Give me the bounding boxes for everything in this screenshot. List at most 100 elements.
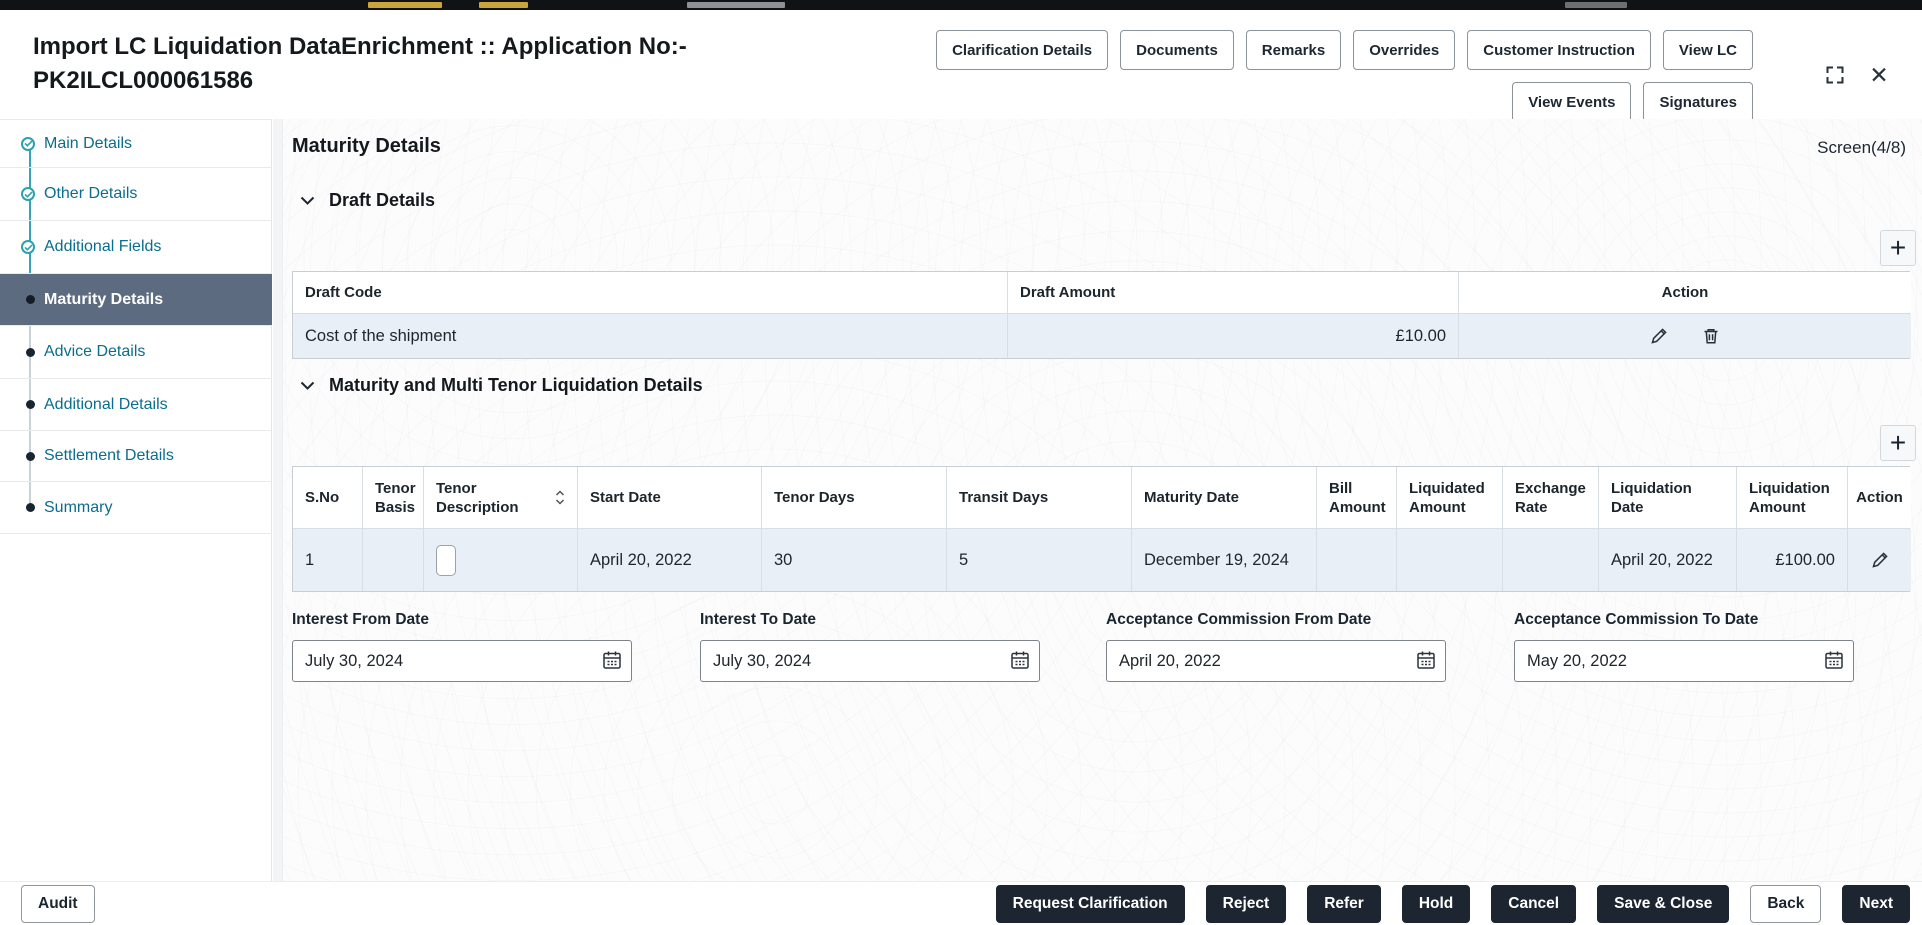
calendar-icon[interactable] — [1415, 649, 1437, 674]
view-events-button[interactable]: View Events — [1512, 82, 1632, 122]
draft-action-cell — [1459, 314, 1911, 358]
tenor-description-cell — [424, 529, 578, 591]
tenor-table-row: 1 April 20, 2022 30 5 December 19, 2024 … — [293, 529, 1911, 591]
column-header-bill-amount: Bill Amount — [1317, 467, 1397, 528]
draft-code-cell: Cost of the shipment — [293, 314, 1008, 358]
sidebar-item-settlement-details[interactable]: Settlement Details — [0, 431, 272, 482]
acceptance-commission-from-date-input[interactable] — [1106, 640, 1446, 682]
footer-actions: Request Clarification Reject Refer Hold … — [995, 884, 1910, 923]
calendar-icon[interactable] — [1823, 649, 1845, 674]
column-header-tenor-basis: Tenor Basis — [363, 467, 424, 528]
interest-from-date-group: Interest From Date — [292, 611, 632, 682]
reject-button[interactable]: Reject — [1205, 884, 1287, 923]
step-check-icon — [21, 136, 44, 151]
add-draft-button[interactable]: + — [1880, 230, 1916, 266]
delete-draft-button[interactable] — [1701, 326, 1721, 346]
stepper-sidebar: Main Details Other Details Additional Fi… — [0, 119, 272, 881]
sidebar-item-label: Additional Details — [44, 395, 168, 413]
import-lc-liquidation-window: Import LC Liquidation DataEnrichment :: … — [0, 0, 1922, 925]
heading-line2: PK2ILCL000061586 — [33, 67, 254, 94]
tenor-basis-cell — [363, 529, 424, 591]
column-header-maturity-date: Maturity Date — [1132, 467, 1317, 528]
sidebar-item-label: Summary — [44, 498, 113, 516]
request-clarification-button[interactable]: Request Clarification — [995, 884, 1185, 923]
interest-from-date-input[interactable] — [292, 640, 632, 682]
column-header-exchange-rate: Exchange Rate — [1503, 467, 1599, 528]
acceptance-commission-to-date-label: Acceptance Commission To Date — [1514, 611, 1759, 628]
tenor-action-cell — [1848, 529, 1911, 591]
sno-cell: 1 — [293, 529, 363, 591]
transit-days-cell: 5 — [947, 529, 1132, 591]
column-header-tenor-days: Tenor Days — [762, 467, 947, 528]
sidebar-item-maturity-details[interactable]: Maturity Details — [0, 274, 272, 326]
add-tenor-button[interactable]: + — [1880, 425, 1916, 461]
cancel-button[interactable]: Cancel — [1491, 884, 1577, 923]
draft-table-header-row: Draft Code Draft Amount Action — [293, 272, 1911, 314]
audit-button[interactable]: Audit — [21, 884, 95, 923]
signatures-button[interactable]: Signatures — [1643, 82, 1753, 122]
interest-to-date-input[interactable] — [700, 640, 1040, 682]
footer-action-bar: Audit Request Clarification Reject Refer… — [0, 881, 1922, 925]
sidebar-scrollbar[interactable] — [273, 119, 283, 881]
tenor-description-input[interactable] — [436, 544, 456, 576]
acceptance-commission-to-date-input[interactable] — [1514, 640, 1854, 682]
draft-details-section-toggle[interactable]: Draft Details — [300, 190, 435, 211]
calendar-icon[interactable] — [1009, 649, 1031, 674]
header-toolbar-row2: View Events Signatures — [1512, 82, 1753, 122]
refer-button[interactable]: Refer — [1307, 884, 1381, 923]
desktop-artifact — [368, 2, 442, 8]
step-check-icon — [21, 187, 44, 201]
draft-amount-cell: £10.00 — [1008, 314, 1459, 358]
hold-button[interactable]: Hold — [1401, 884, 1471, 923]
sidebar-item-advice-details[interactable]: Advice Details — [0, 326, 272, 379]
back-button[interactable]: Back — [1750, 884, 1822, 923]
sidebar-item-additional-fields[interactable]: Additional Fields — [0, 221, 272, 274]
acceptance-commission-from-date-group: Acceptance Commission From Date — [1106, 611, 1446, 682]
sidebar-item-additional-details[interactable]: Additional Details — [0, 379, 272, 431]
trash-icon — [1704, 329, 1718, 344]
close-icon[interactable]: ✕ — [1866, 62, 1892, 88]
save-close-button[interactable]: Save & Close — [1597, 884, 1730, 923]
sidebar-item-label: Additional Fields — [44, 238, 162, 255]
overrides-button[interactable]: Overrides — [1353, 30, 1456, 70]
next-button[interactable]: Next — [1842, 884, 1910, 923]
draft-details-table: Draft Code Draft Amount Action Cost of t… — [292, 271, 1911, 359]
chevron-down-icon — [300, 192, 315, 210]
column-header-action: Action — [1459, 272, 1911, 313]
remarks-button[interactable]: Remarks — [1245, 30, 1342, 70]
step-check-icon — [21, 240, 44, 254]
sidebar-item-label: Maturity Details — [44, 290, 164, 308]
column-header-liquidated-amount: Liquidated Amount — [1397, 467, 1503, 528]
window-header: Import LC Liquidation DataEnrichment :: … — [0, 10, 1922, 122]
interest-to-date-label: Interest To Date — [700, 611, 816, 628]
column-header-liquidation-amount: Liquidation Amount — [1737, 467, 1848, 528]
sidebar-item-main-details[interactable]: Main Details — [0, 120, 272, 168]
exchange-rate-cell — [1503, 529, 1599, 591]
sidebar-item-label: Settlement Details — [44, 447, 174, 464]
heading-line1: Import LC Liquidation DataEnrichment :: … — [33, 33, 687, 60]
view-lc-button[interactable]: View LC — [1662, 30, 1753, 70]
desktop-artifact — [479, 2, 528, 8]
expand-icon[interactable] — [1822, 62, 1848, 88]
step-dot-icon — [21, 503, 44, 512]
column-header-sno: S.No — [293, 467, 363, 528]
column-header-tenor-description: Tenor Description — [424, 467, 578, 528]
sidebar-item-summary[interactable]: Summary — [0, 482, 272, 534]
edit-draft-button[interactable] — [1649, 326, 1669, 346]
sort-icon[interactable] — [555, 490, 565, 505]
customer-instruction-button[interactable]: Customer Instruction — [1467, 30, 1651, 70]
edit-tenor-button[interactable] — [1870, 550, 1890, 570]
clarification-details-button[interactable]: Clarification Details — [936, 30, 1109, 70]
header-toolbar-row1: Clarification Details Documents Remarks … — [936, 30, 1753, 70]
tenor-days-cell: 30 — [762, 529, 947, 591]
main-content: Maturity Details Screen(4/8) Draft Detai… — [283, 119, 1922, 881]
documents-button[interactable]: Documents — [1120, 30, 1234, 70]
interest-from-date-label: Interest From Date — [292, 611, 429, 628]
screen-indicator: Screen(4/8) — [1817, 138, 1906, 157]
maturity-tenor-section-toggle[interactable]: Maturity and Multi Tenor Liquidation Det… — [300, 375, 703, 396]
sidebar-item-other-details[interactable]: Other Details — [0, 168, 272, 221]
calendar-icon[interactable] — [601, 649, 623, 674]
desktop-artifact — [687, 2, 785, 8]
chevron-down-icon — [300, 377, 315, 395]
column-header-liquidation-date: Liquidation Date — [1599, 467, 1737, 528]
